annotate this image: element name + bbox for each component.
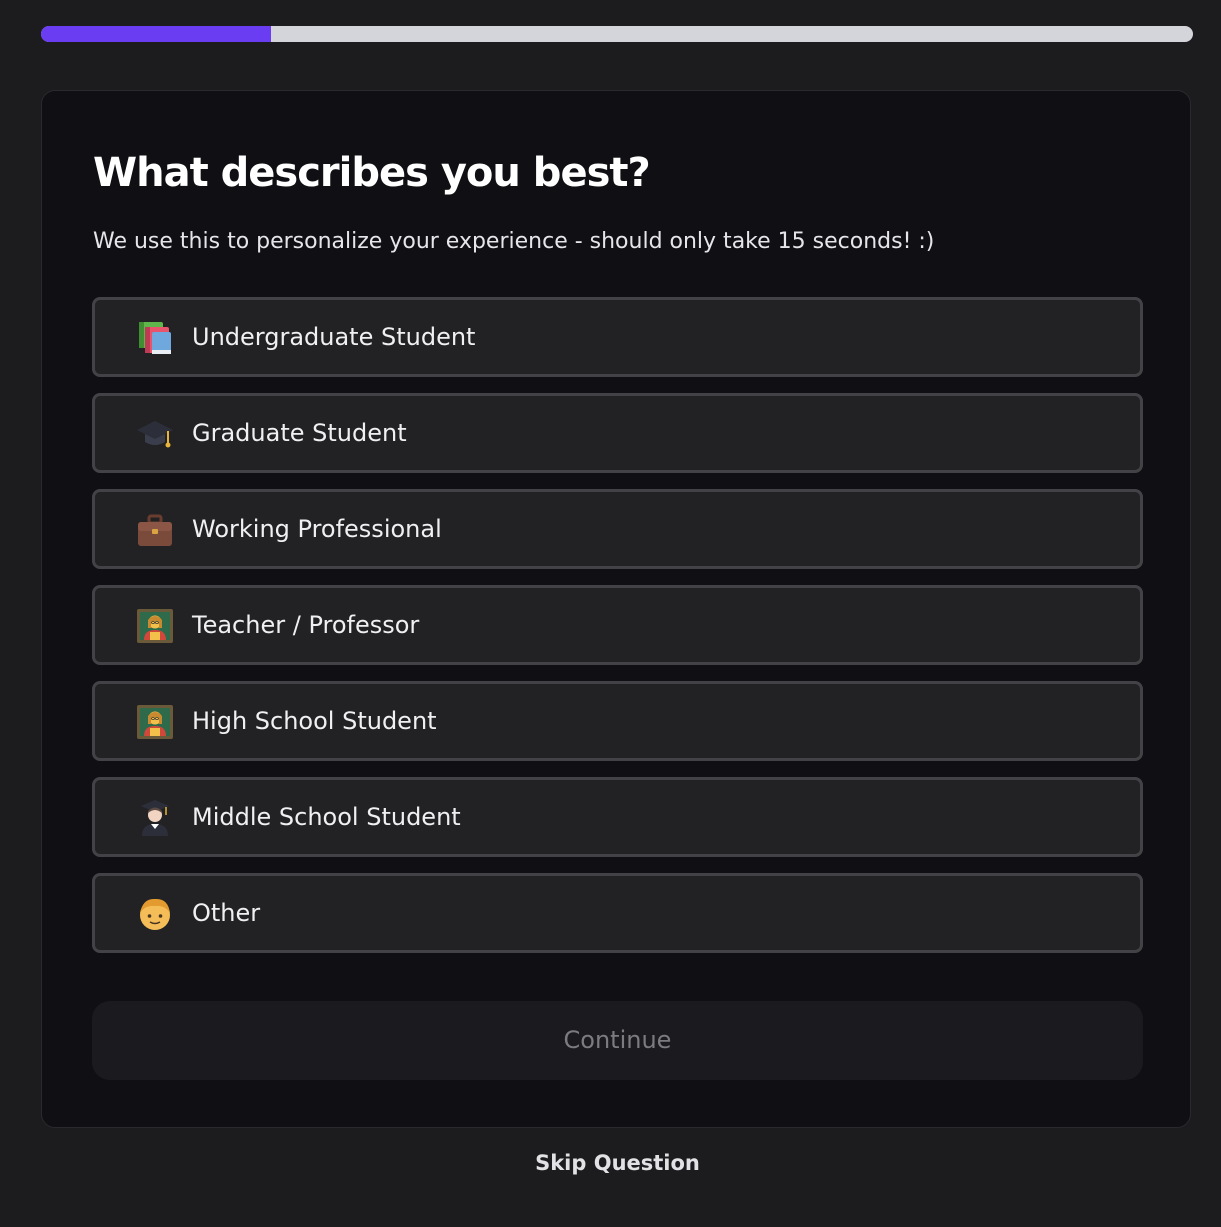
question-card: What describes you best? We use this to … (41, 90, 1191, 1128)
student-icon (135, 798, 175, 838)
options-list: Undergraduate Student Graduate Student W… (92, 297, 1143, 969)
option-label: Teacher / Professor (192, 611, 420, 639)
teacher-icon (135, 702, 175, 742)
option-label: High School Student (192, 707, 437, 735)
option-label: Other (192, 899, 261, 927)
option-label: Undergraduate Student (192, 323, 476, 351)
teacher-icon (135, 606, 175, 646)
books-icon (135, 318, 175, 358)
graduation-cap-icon (135, 414, 175, 454)
question-title: What describes you best? (93, 150, 651, 196)
option-teacher-professor[interactable]: Teacher / Professor (92, 585, 1143, 665)
option-label: Graduate Student (192, 419, 407, 447)
person-face-icon (135, 894, 175, 934)
progress-bar (41, 26, 1193, 42)
option-high-school-student[interactable]: High School Student (92, 681, 1143, 761)
skip-question-link[interactable]: Skip Question (0, 1148, 1221, 1178)
question-subtitle: We use this to personalize your experien… (93, 229, 935, 254)
option-graduate-student[interactable]: Graduate Student (92, 393, 1143, 473)
option-undergraduate-student[interactable]: Undergraduate Student (92, 297, 1143, 377)
option-middle-school-student[interactable]: Middle School Student (92, 777, 1143, 857)
briefcase-icon (135, 510, 175, 550)
option-working-professional[interactable]: Working Professional (92, 489, 1143, 569)
option-other[interactable]: Other (92, 873, 1143, 953)
progress-bar-fill (41, 26, 272, 42)
continue-button[interactable]: Continue (92, 1001, 1143, 1080)
option-label: Middle School Student (192, 803, 461, 831)
option-label: Working Professional (192, 515, 442, 543)
